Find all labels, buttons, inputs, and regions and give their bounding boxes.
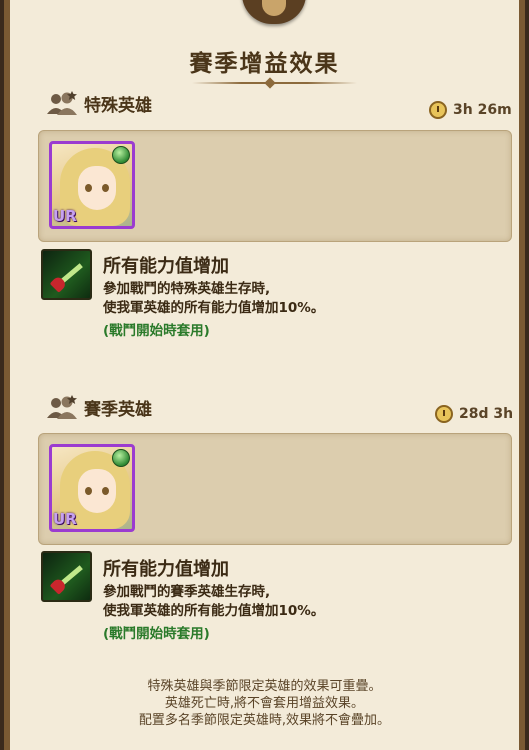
top-ornament — [242, 0, 306, 24]
footer-line: 配置多名季節限定英雄時,效果將不會疊加。 — [138, 713, 391, 728]
footer-line: 英雄死亡時,將不會套用增益效果。 — [164, 696, 365, 711]
rarity-badge: UR — [53, 510, 77, 528]
remaining-time: 28d 3h — [435, 405, 513, 423]
hero-slot-box: UR — [38, 130, 512, 242]
season-buff-panel: 賽季增益效果 特殊英雄 3h 26m UR 所有能力值增加 參加戰鬥的特殊英雄生… — [4, 0, 525, 750]
rarity-badge: UR — [53, 207, 77, 225]
skill-icon[interactable] — [41, 249, 92, 300]
skill-note: (戰鬥開始時套用) — [103, 323, 210, 339]
element-gem-icon — [112, 146, 130, 164]
remaining-time-text: 3h 26m — [453, 102, 512, 118]
skill-description-line2: 使我軍英雄的所有能力值增加10%。 — [103, 603, 325, 619]
remaining-time: 3h 26m — [429, 101, 512, 119]
hero-slot-box: UR — [38, 433, 512, 545]
hero-portrait[interactable]: UR — [49, 141, 135, 229]
clock-icon — [435, 405, 453, 423]
section-header-label: 特殊英雄 — [84, 95, 152, 116]
skill-icon[interactable] — [41, 551, 92, 602]
footer-notes: 特殊英雄與季節限定英雄的效果可重疊。 英雄死亡時,將不會套用增益效果。 配置多名… — [10, 678, 519, 729]
skill-note: (戰鬥開始時套用) — [103, 626, 210, 642]
heroes-group-icon — [46, 90, 80, 116]
element-gem-icon — [112, 449, 130, 467]
heroes-group-icon — [46, 394, 80, 420]
skill-description-line1: 參加戰鬥的特殊英雄生存時, — [103, 281, 271, 297]
remaining-time-text: 28d 3h — [459, 406, 514, 422]
skill-description-line2: 使我軍英雄的所有能力值增加10%。 — [103, 300, 325, 316]
section-header-season-hero: 賽季英雄 — [46, 394, 152, 420]
section-header-special-hero: 特殊英雄 — [46, 90, 152, 116]
footer-line: 特殊英雄與季節限定英雄的效果可重疊。 — [147, 679, 382, 694]
skill-description-line1: 參加戰鬥的賽季英雄生存時, — [103, 584, 271, 600]
skill-title: 所有能力值增加 — [103, 256, 229, 277]
title-divider — [192, 80, 357, 86]
skill-title: 所有能力值增加 — [103, 559, 229, 580]
clock-icon — [429, 101, 447, 119]
page-title: 賽季增益效果 — [189, 51, 340, 77]
hero-portrait[interactable]: UR — [49, 444, 135, 532]
section-header-label: 賽季英雄 — [84, 399, 152, 420]
